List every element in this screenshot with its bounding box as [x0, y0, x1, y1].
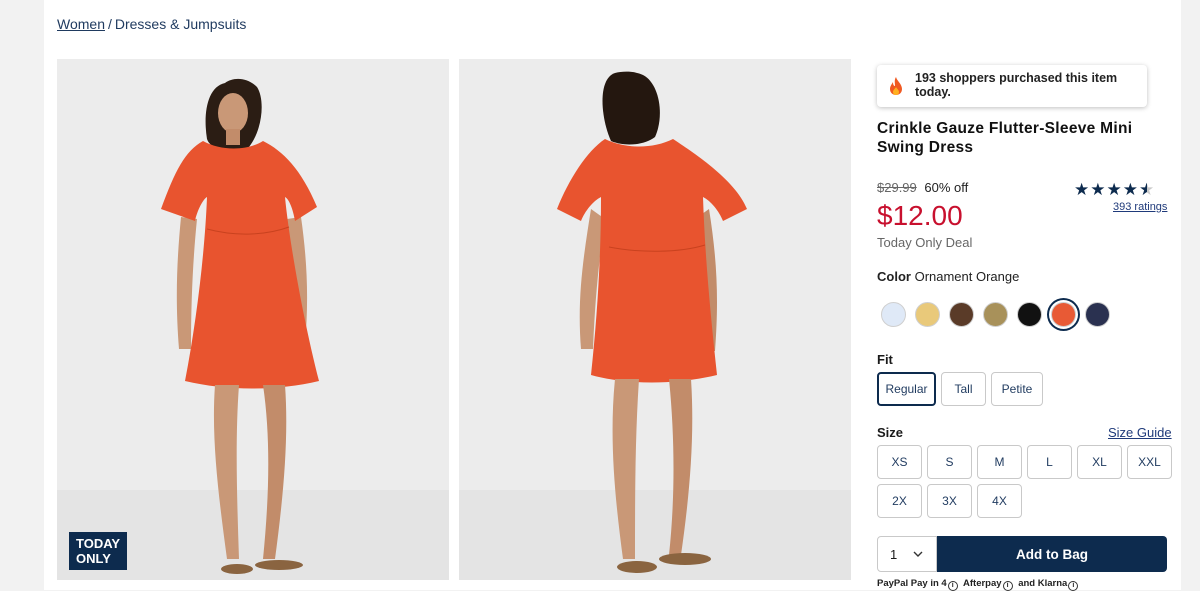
purchase-count-notice: 193 shoppers purchased this item today.: [877, 65, 1147, 107]
star-icon: ★: [1106, 180, 1123, 199]
color-swatch-yellow[interactable]: [915, 302, 940, 327]
deal-label: Today Only Deal: [877, 235, 973, 250]
original-price: $29.99: [877, 180, 917, 195]
badge-line1: TODAY: [76, 536, 121, 551]
quantity-value: 1: [890, 546, 898, 562]
size-options: XS S M L XL XXL 2X 3X 4X: [877, 445, 1172, 518]
breadcrumb-category: Dresses & Jumpsuits: [114, 16, 247, 32]
half-star-icon: ★: [1139, 180, 1156, 199]
product-image-front[interactable]: TODAY ONLY: [57, 59, 449, 580]
color-swatch-brown[interactable]: [949, 302, 974, 327]
size-option-xs[interactable]: XS: [877, 445, 922, 479]
paypal-text: PayPal Pay in 4: [877, 578, 947, 589]
fit-option-petite[interactable]: Petite: [991, 372, 1043, 406]
breadcrumb-separator: /: [107, 16, 112, 32]
color-swatch-light-blue[interactable]: [881, 302, 906, 327]
color-swatch-orange[interactable]: [1051, 302, 1076, 327]
breadcrumb: Women / Dresses & Jumpsuits: [57, 16, 246, 32]
star-icon: ★: [1122, 180, 1139, 199]
size-option-xxl[interactable]: XXL: [1127, 445, 1172, 479]
rating-stars[interactable]: ★★★★★: [1074, 180, 1155, 200]
price-row: $29.99 60% off: [877, 180, 968, 195]
today-only-badge: TODAY ONLY: [69, 532, 128, 570]
color-swatch-navy[interactable]: [1085, 302, 1110, 327]
fit-label: Fit: [877, 352, 893, 367]
chevron-down-icon: [913, 551, 923, 557]
selected-color-name: Ornament Orange: [914, 269, 1020, 284]
model-front-illustration: [161, 78, 319, 574]
sale-price: $12.00: [877, 200, 963, 231]
add-to-bag-button[interactable]: Add to Bag: [937, 536, 1167, 572]
size-option-s[interactable]: S: [927, 445, 972, 479]
discount-percent: 60% off: [924, 180, 969, 195]
fit-option-tall[interactable]: Tall: [941, 372, 986, 406]
quantity-select[interactable]: 1: [877, 536, 937, 572]
size-option-m[interactable]: M: [977, 445, 1022, 479]
ratings-link[interactable]: 393 ratings: [1113, 201, 1167, 213]
model-back-illustration: [557, 71, 747, 573]
color-swatch-khaki[interactable]: [983, 302, 1008, 327]
size-option-3x[interactable]: 3X: [927, 484, 972, 518]
size-option-xl[interactable]: XL: [1077, 445, 1122, 479]
breadcrumb-women-link[interactable]: Women: [57, 16, 105, 32]
color-swatch-black[interactable]: [1017, 302, 1042, 327]
flame-icon: [890, 77, 902, 95]
color-label: Color Ornament Orange: [877, 269, 1019, 284]
color-swatches: [881, 302, 1110, 327]
size-option-4x[interactable]: 4X: [977, 484, 1022, 518]
product-title: Crinkle Gauze Flutter-Sleeve Mini Swing …: [877, 120, 1133, 156]
size-option-2x[interactable]: 2X: [877, 484, 922, 518]
afterpay-text: Afterpay: [963, 578, 1002, 589]
fit-options: Regular Tall Petite: [877, 372, 1043, 406]
badge-line2: ONLY: [76, 551, 111, 566]
color-heading: Color: [877, 269, 911, 284]
klarna-text: Klarna: [1037, 578, 1068, 589]
size-option-l[interactable]: L: [1027, 445, 1072, 479]
size-label: Size: [877, 425, 904, 440]
size-guide-link[interactable]: Size Guide: [1108, 425, 1172, 440]
and-text: and: [1018, 578, 1036, 589]
fit-option-regular[interactable]: Regular: [877, 372, 936, 406]
purchase-count-text: 193 shoppers purchased this item today.: [915, 71, 1118, 99]
payment-options: PayPal Pay in 4i Afterpay i and Klarna i: [877, 578, 1081, 591]
star-icon: ★: [1090, 180, 1107, 199]
star-icon: ★: [1074, 180, 1091, 199]
product-image-back[interactable]: [459, 59, 851, 580]
